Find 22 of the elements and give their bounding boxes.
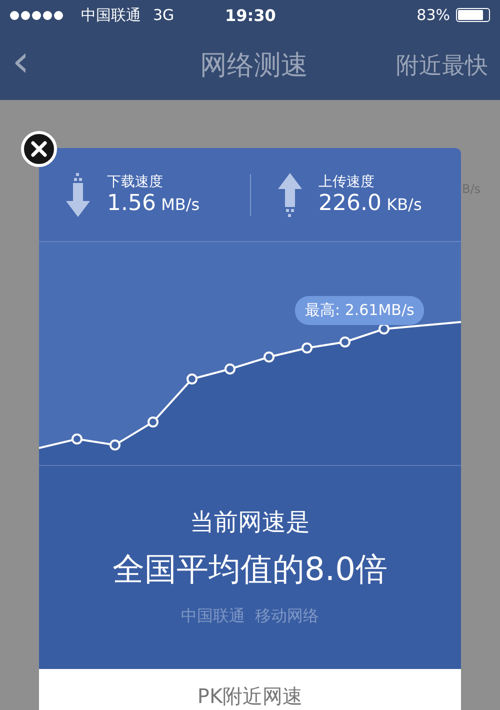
download-arrow-icon [65, 172, 91, 217]
upload-arrow-icon [276, 172, 302, 217]
result-text: 全国平均值的8.0倍 [112, 549, 388, 590]
peak-speed-tooltip: 最高: 2.61MB/s [295, 296, 424, 326]
close-button[interactable] [21, 131, 57, 167]
signal-icon [10, 10, 63, 20]
speed-label: 上传速度 [318, 173, 376, 192]
speed-value: 1.56 MB/s [107, 191, 200, 216]
status-time: 19:30 [225, 6, 277, 24]
page-title: 网络测速 [199, 49, 309, 83]
network-info: 中国联通 移动网络 [180, 606, 320, 628]
back-button[interactable]: ‹ [12, 40, 72, 90]
battery-icon [456, 8, 490, 22]
speed-value: 226.0 KB/s [318, 191, 422, 216]
pk-nearby-button[interactable]: PK附近网速 [39, 669, 461, 710]
carrier-name: 中国联通 [81, 6, 141, 24]
nearby-fastest-link[interactable]: 附近最快 [396, 50, 488, 80]
headline-text: 当前网速是 [190, 507, 310, 538]
close-icon [31, 141, 47, 157]
network-type: 3G [153, 6, 174, 24]
battery-percent: 83% [416, 6, 450, 24]
speed-label: 下载速度 [107, 173, 164, 192]
